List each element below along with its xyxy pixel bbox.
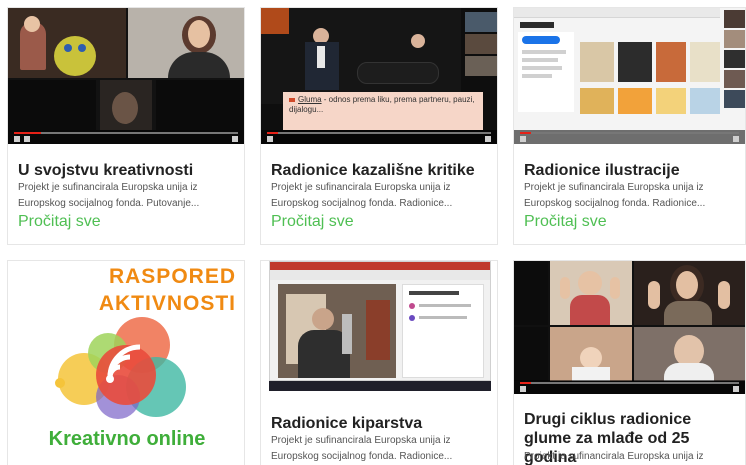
caption-text: Gluma - odnos prema liku, prema partneru… — [289, 95, 475, 114]
video-controls[interactable] — [514, 380, 745, 394]
volume-icon[interactable] — [24, 136, 30, 142]
video-tile — [465, 34, 497, 54]
video-tile — [514, 327, 548, 381]
read-more-link[interactable]: Pročitaj sve — [18, 213, 101, 231]
taskbar — [269, 381, 491, 391]
image-grid-item — [618, 42, 652, 82]
video-tile — [465, 12, 497, 32]
video-tile — [550, 261, 632, 325]
card-title[interactable]: U svojstvu kreativnosti — [18, 161, 236, 180]
card-excerpt: Projekt je sufinancirala Europska unija … — [524, 451, 704, 462]
video-progress-track[interactable] — [267, 132, 491, 134]
video-thumbnail[interactable] — [514, 261, 745, 394]
video-progress-fill — [14, 132, 41, 134]
card-excerpt: Projekt je sufinancirala Europska unija … — [271, 435, 453, 462]
image-grid-item — [690, 88, 720, 114]
card-excerpt: Projekt je sufinancirala Europska unija … — [271, 182, 453, 209]
card-excerpt: Projekt je sufinancirala Europska unija … — [524, 182, 706, 209]
video-tile — [100, 80, 152, 130]
fullscreen-icon[interactable] — [733, 386, 739, 392]
video-progress-track[interactable] — [520, 132, 739, 134]
video-progress-fill — [267, 132, 279, 134]
post-card[interactable]: Radionice ilustracije Projekt je sufinan… — [513, 7, 746, 245]
slide-caption: Gluma - odnos prema liku, prema partneru… — [283, 92, 483, 130]
broadcast-waves-icon — [55, 317, 186, 419]
post-card[interactable]: Radionice kiparstva Projekt je sufinanci… — [260, 260, 498, 465]
video-tile — [128, 8, 244, 78]
video-tile — [8, 8, 126, 78]
video-tile — [724, 70, 745, 88]
video-tile — [465, 56, 497, 76]
fullscreen-icon[interactable] — [485, 136, 491, 142]
video-thumbnail[interactable]: Gluma - odnos prema liku, prema partneru… — [261, 8, 497, 144]
play-icon[interactable] — [520, 386, 526, 392]
video-tile — [261, 8, 461, 104]
video-controls[interactable] — [514, 130, 745, 144]
video-tile — [634, 327, 745, 381]
post-card[interactable]: RASPORED AKTIVNOSTI Kreativno online — [7, 260, 245, 465]
play-icon[interactable] — [520, 136, 526, 142]
video-thumbnail[interactable] — [261, 261, 497, 397]
play-icon[interactable] — [267, 136, 273, 142]
video-controls[interactable] — [261, 130, 497, 144]
card-title[interactable]: Radionice kazališne kritike — [271, 161, 489, 180]
video-tile — [634, 261, 745, 325]
participants-panel — [402, 284, 484, 378]
read-more-link[interactable]: Pročitaj sve — [524, 213, 607, 231]
video-tile — [724, 50, 745, 68]
image-grid-item — [618, 88, 652, 114]
video-tile — [278, 284, 396, 378]
video-tile — [8, 80, 96, 130]
card-excerpt: Projekt je sufinancirala Europska unija … — [18, 182, 200, 209]
image-grid-item — [580, 42, 614, 82]
video-tile — [550, 327, 632, 381]
video-tile — [156, 80, 244, 130]
video-tile — [724, 90, 745, 108]
video-thumbnail[interactable] — [8, 8, 244, 144]
video-progress-fill — [520, 132, 531, 134]
image-grid-item — [656, 88, 686, 114]
video-tile — [724, 10, 745, 28]
post-card[interactable]: Drugi ciklus radionice glume za mlađe od… — [513, 260, 746, 465]
caption-keyword: Gluma — [298, 95, 322, 104]
caption-marker — [289, 97, 295, 102]
fullscreen-icon[interactable] — [733, 136, 739, 142]
poster-brand: Kreativno online — [48, 428, 206, 450]
post-card[interactable]: U svojstvu kreativnosti Projekt je sufin… — [7, 7, 245, 245]
video-tile — [724, 30, 745, 48]
video-controls[interactable] — [8, 130, 244, 144]
sidebar-panel — [518, 32, 574, 112]
browser-tab — [520, 22, 554, 28]
image-grid-item — [690, 42, 720, 82]
image-grid-item — [580, 88, 614, 114]
card-title[interactable]: Radionice ilustracije — [524, 161, 737, 180]
app-window — [269, 261, 491, 381]
video-tile — [514, 261, 548, 325]
video-progress-fill — [520, 382, 531, 384]
video-thumbnail[interactable] — [514, 8, 745, 144]
read-more-link[interactable]: Pročitaj sve — [271, 213, 354, 231]
image-grid-item — [656, 42, 686, 82]
fullscreen-icon[interactable] — [232, 136, 238, 142]
card-title[interactable]: Radionice kiparstva — [271, 414, 489, 433]
post-card[interactable]: Gluma - odnos prema liku, prema partneru… — [260, 7, 498, 245]
video-progress-track[interactable] — [520, 382, 739, 384]
video-progress-track[interactable] — [14, 132, 238, 134]
browser-topbar — [514, 8, 720, 18]
play-icon[interactable] — [14, 136, 20, 142]
